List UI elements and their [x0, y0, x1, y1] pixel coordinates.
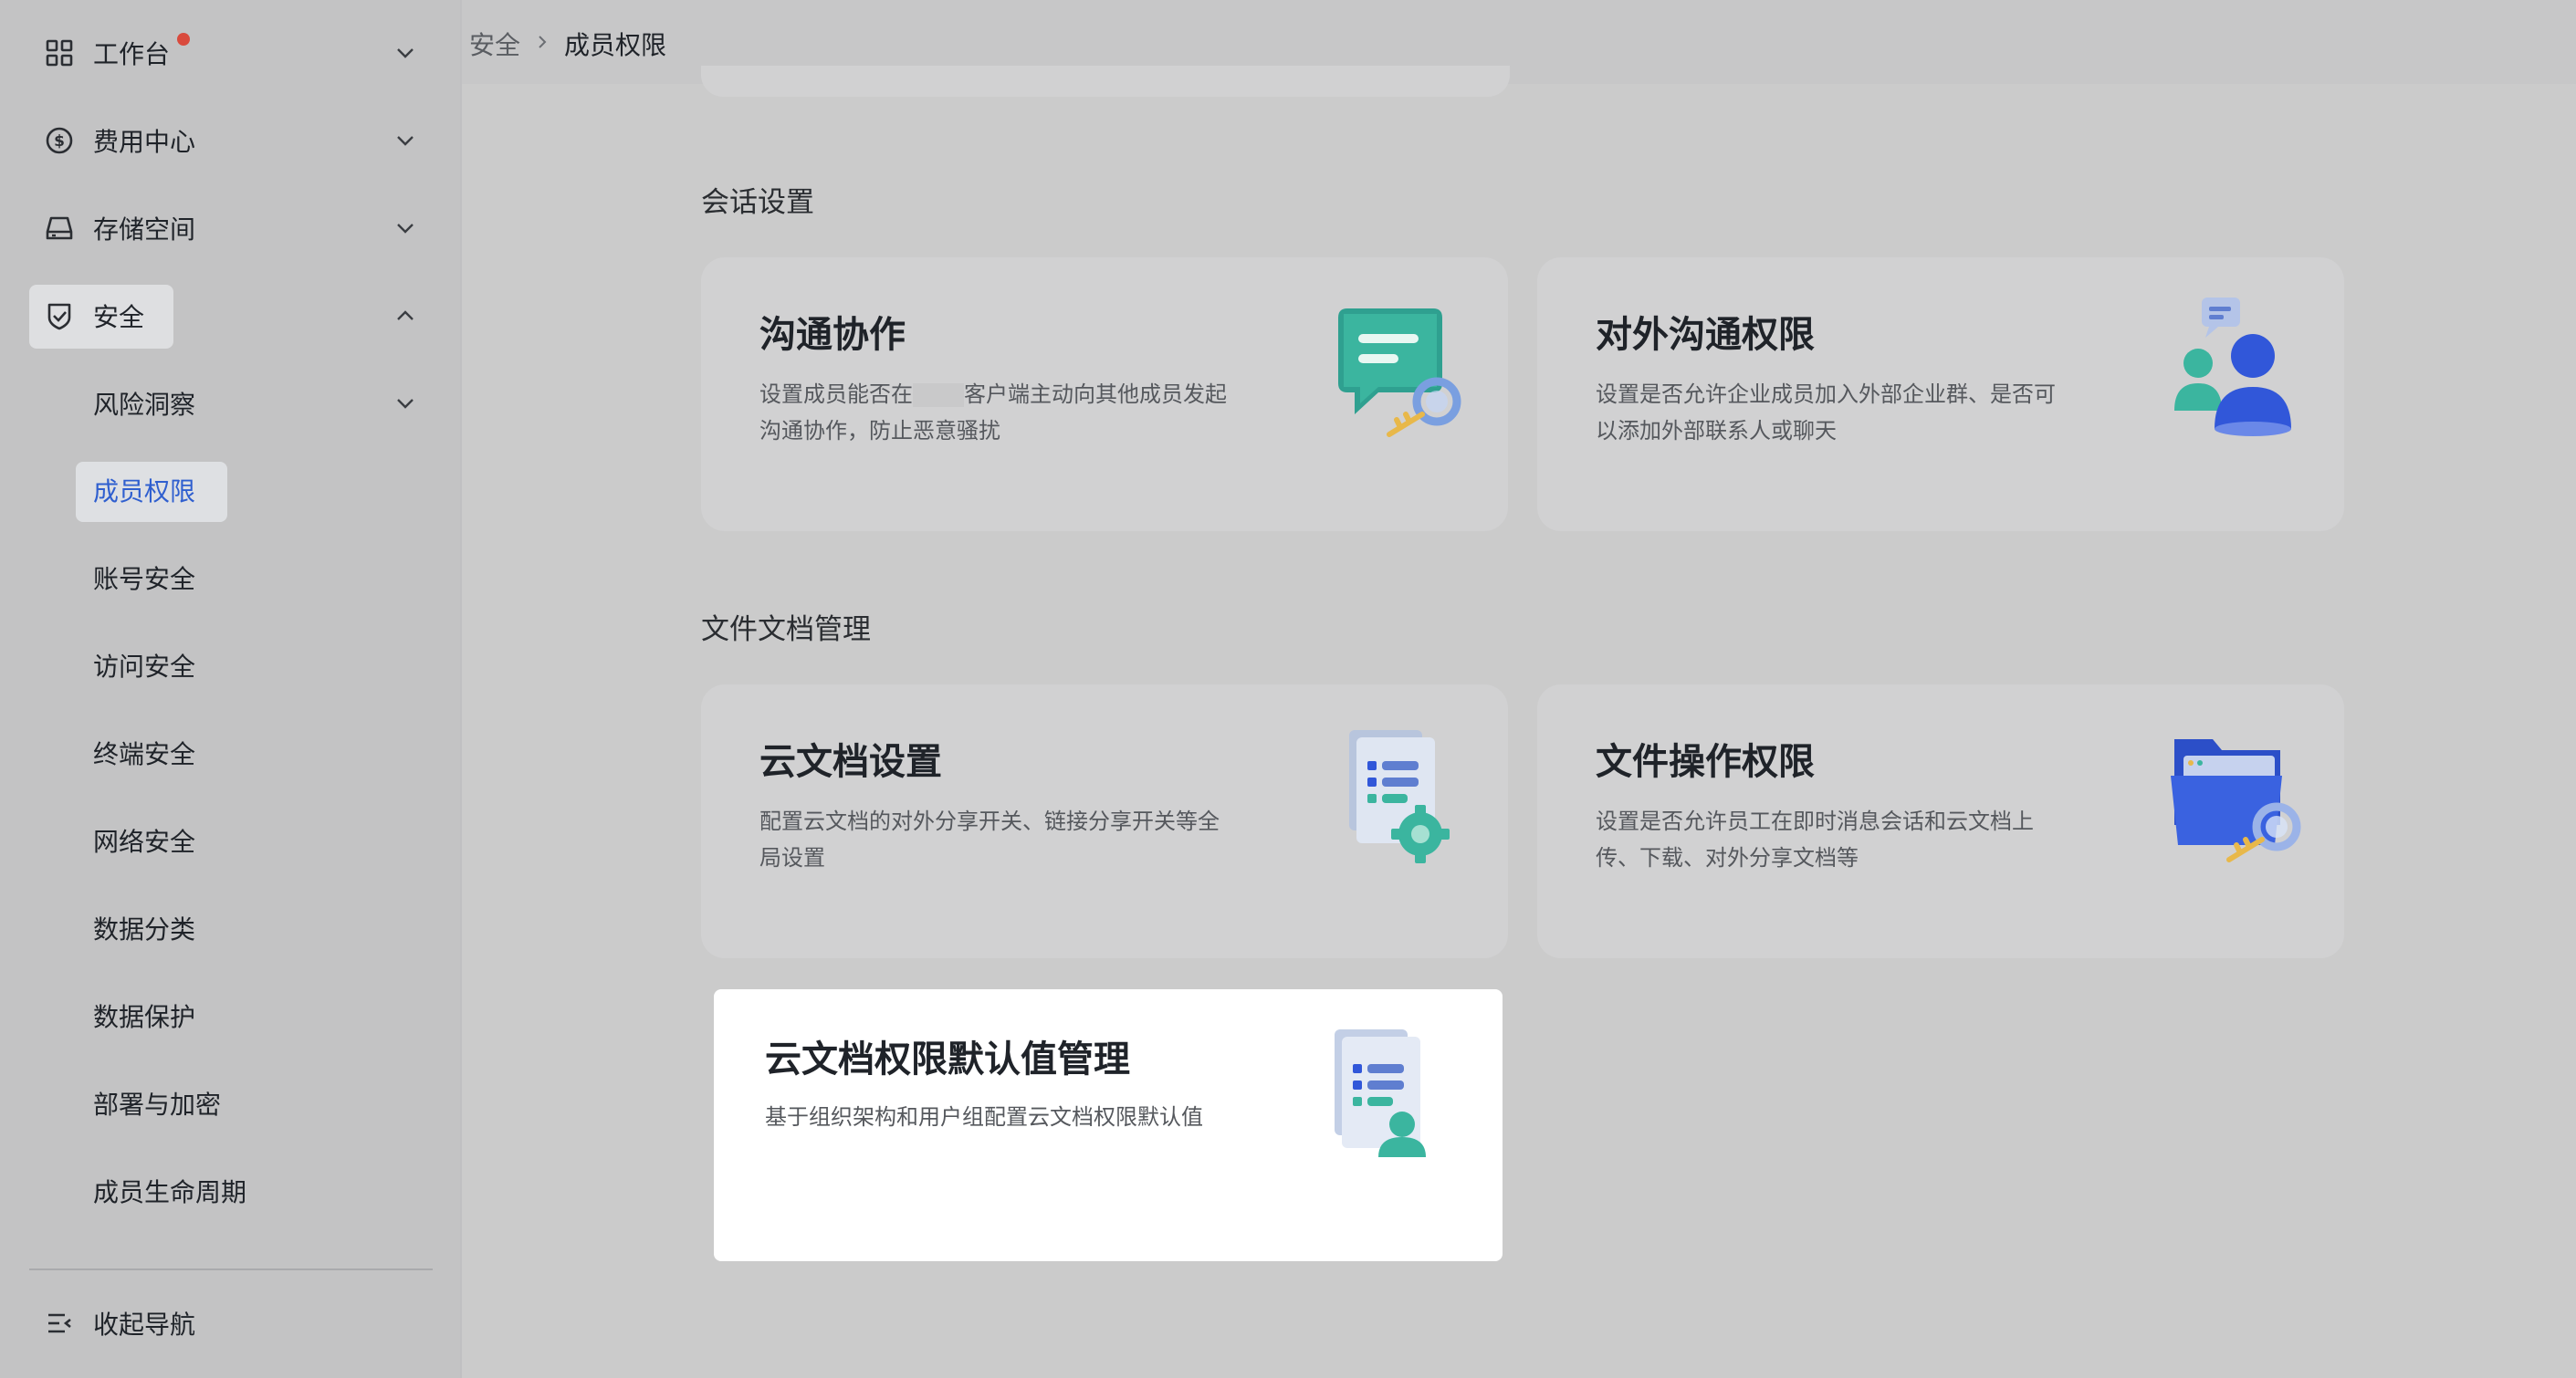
section-title-session-settings: 会话设置: [701, 186, 814, 219]
sidebar-subitem-account-security[interactable]: 账号安全: [93, 561, 195, 598]
card-description: 设置是否允许员工在即时消息会话和云文档上传、下载、对外分享文档等: [1596, 809, 2034, 871]
card-description: 基于组织架构和用户组配置云文档权限默认值: [765, 1104, 1203, 1130]
card-communication-collaboration[interactable]: 沟通协作 设置成员能否在 客户端主动向其他成员发起沟通协作，防止恶意骚扰: [701, 257, 1508, 531]
sidebar-item-security[interactable]: 安全: [29, 285, 431, 347]
card-title: 云文档设置: [759, 741, 942, 783]
folder-key-icon: [2162, 725, 2308, 871]
svg-text:$: $: [54, 132, 65, 151]
sidebar-subitem-risk-insight[interactable]: 风险洞察: [29, 372, 431, 434]
chat-key-icon: [1325, 298, 1471, 444]
sidebar-subitem-data-protection[interactable]: 数据保护: [93, 999, 195, 1036]
chevron-up-icon[interactable]: [393, 303, 418, 329]
sidebar-subitem-device-security[interactable]: 终端安全: [93, 736, 195, 773]
card-title: 文件操作权限: [1596, 741, 1815, 783]
sidebar-item-label: 费用中心: [93, 127, 196, 157]
chevron-right-icon: [533, 30, 551, 57]
document-person-icon: [1311, 1024, 1457, 1170]
card-title: 沟通协作: [759, 314, 906, 356]
card-title: 对外沟通权限: [1596, 314, 1815, 356]
breadcrumb-current: 成员权限: [564, 30, 667, 60]
sidebar-subitem-data-classification[interactable]: 数据分类: [93, 912, 195, 948]
card-external-communication[interactable]: 对外沟通权限 设置是否允许企业成员加入外部企业群、是否可以添加外部联系人或聊天: [1537, 257, 2344, 531]
sidebar-subitem-member-permissions[interactable]: 成员权限: [93, 474, 195, 510]
sidebar-subitem-member-lifecycle[interactable]: 成员生命周期: [93, 1174, 246, 1211]
card-description: 配置云文档的对外分享开关、链接分享开关等全局设置: [759, 809, 1220, 871]
card-description: 设置成员能否在 客户端主动向其他成员发起沟通协作，防止恶意骚扰: [759, 381, 1227, 444]
chevron-down-icon[interactable]: [393, 40, 418, 66]
storage-drive-icon: [44, 213, 75, 244]
chevron-down-icon[interactable]: [393, 215, 418, 241]
chevron-down-icon[interactable]: [393, 391, 418, 416]
main-content: 会话设置 沟通协作 设置成员能否在 客户端主动向其他成员发起沟通协作，防止恶意骚扰…: [462, 66, 2576, 1378]
card-cloud-doc-default-permissions[interactable]: 云文档权限默认值管理 基于组织架构和用户组配置云文档权限默认值: [714, 989, 1503, 1261]
sidebar-subitem-deployment-encryption[interactable]: 部署与加密: [93, 1087, 221, 1123]
sidebar-subitem-access-security[interactable]: 访问安全: [93, 649, 195, 685]
card-description: 设置是否允许企业成员加入外部企业群、是否可以添加外部联系人或聊天: [1596, 381, 2056, 444]
dollar-circle-icon: $: [44, 125, 75, 156]
card-title: 云文档权限默认值管理: [765, 1039, 1130, 1080]
grid-icon: [44, 37, 75, 68]
document-gear-icon: [1325, 725, 1471, 871]
breadcrumb: 安全 成员权限: [469, 26, 666, 62]
chevron-down-icon[interactable]: [393, 128, 418, 153]
notification-dot: [177, 33, 190, 46]
previous-card-bottom: [701, 66, 1510, 97]
sidebar-subitem-network-security[interactable]: 网络安全: [93, 824, 195, 861]
sidebar-item-label: 风险洞察: [93, 390, 196, 420]
section-title-file-document-management: 文件文档管理: [701, 613, 871, 646]
shield-check-icon: [44, 300, 75, 331]
people-chat-icon: [2162, 298, 2308, 444]
sidebar-item-billing[interactable]: $ 费用中心: [29, 110, 431, 172]
sidebar-item-label: 工作台: [93, 39, 171, 69]
collapse-sidebar-icon: [44, 1308, 75, 1339]
collapse-nav-button[interactable]: 收起导航: [29, 1292, 431, 1354]
sidebar-item-workbench[interactable]: 工作台: [29, 22, 431, 84]
collapse-nav-label: 收起导航: [93, 1310, 196, 1340]
redacted-text: [913, 383, 964, 407]
sidebar-item-label: 安全: [93, 302, 145, 332]
sidebar: 工作台 $ 费用中心 存储空间 安全 风险洞察 成员权限 账号安全 访问安全 终…: [0, 0, 462, 1378]
sidebar-divider: [29, 1268, 433, 1270]
sidebar-item-storage[interactable]: 存储空间: [29, 197, 431, 259]
sidebar-item-label: 存储空间: [93, 214, 196, 245]
breadcrumb-parent[interactable]: 安全: [469, 26, 520, 62]
card-cloud-doc-settings[interactable]: 云文档设置 配置云文档的对外分享开关、链接分享开关等全局设置: [701, 684, 1508, 958]
card-file-operation-permissions[interactable]: 文件操作权限 设置是否允许员工在即时消息会话和云文档上传、下载、对外分享文档等: [1537, 684, 2344, 958]
